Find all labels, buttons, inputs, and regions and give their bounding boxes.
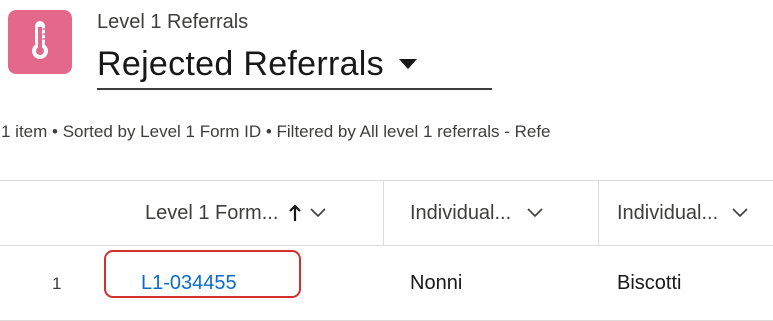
table-header: Level 1 Form... Individual... Individual… — [0, 180, 773, 246]
object-label: Level 1 Referrals — [97, 11, 249, 33]
app-icon — [8, 10, 72, 74]
column-header-individual-2[interactable]: Individual... — [617, 181, 773, 245]
thermometer-icon — [27, 19, 53, 66]
cell-individual-1: Nonni — [410, 246, 462, 321]
list-view-selector[interactable]: Rejected Referrals — [97, 40, 492, 90]
row-number-label: 1 — [52, 273, 62, 293]
column-header-individual-1[interactable]: Individual... — [410, 181, 596, 245]
column-divider — [598, 181, 599, 245]
column-divider — [383, 181, 384, 245]
row-number: 1 — [52, 246, 61, 321]
highlight-annotation — [104, 250, 301, 298]
chevron-down-icon[interactable] — [527, 208, 543, 218]
column-header-label: Individual... — [410, 201, 512, 224]
caret-down-icon — [398, 58, 418, 70]
list-title: Rejected Referrals — [97, 44, 384, 83]
column-header-label: Level 1 Form... — [145, 201, 279, 224]
column-header-level-1-form-id[interactable]: Level 1 Form... — [145, 181, 381, 245]
sort-ascending-icon[interactable] — [288, 204, 302, 222]
cell-individual-2: Biscotti — [617, 246, 681, 321]
header: Level 1 Referrals — [97, 10, 248, 34]
column-header-label: Individual... — [617, 201, 719, 224]
cell-text: Nonni — [410, 272, 463, 294]
cell-text: Biscotti — [617, 272, 682, 294]
chevron-down-icon[interactable] — [310, 208, 326, 218]
list-meta: 1 item • Sorted by Level 1 Form ID • Fil… — [1, 122, 551, 141]
chevron-down-icon[interactable] — [732, 208, 748, 218]
